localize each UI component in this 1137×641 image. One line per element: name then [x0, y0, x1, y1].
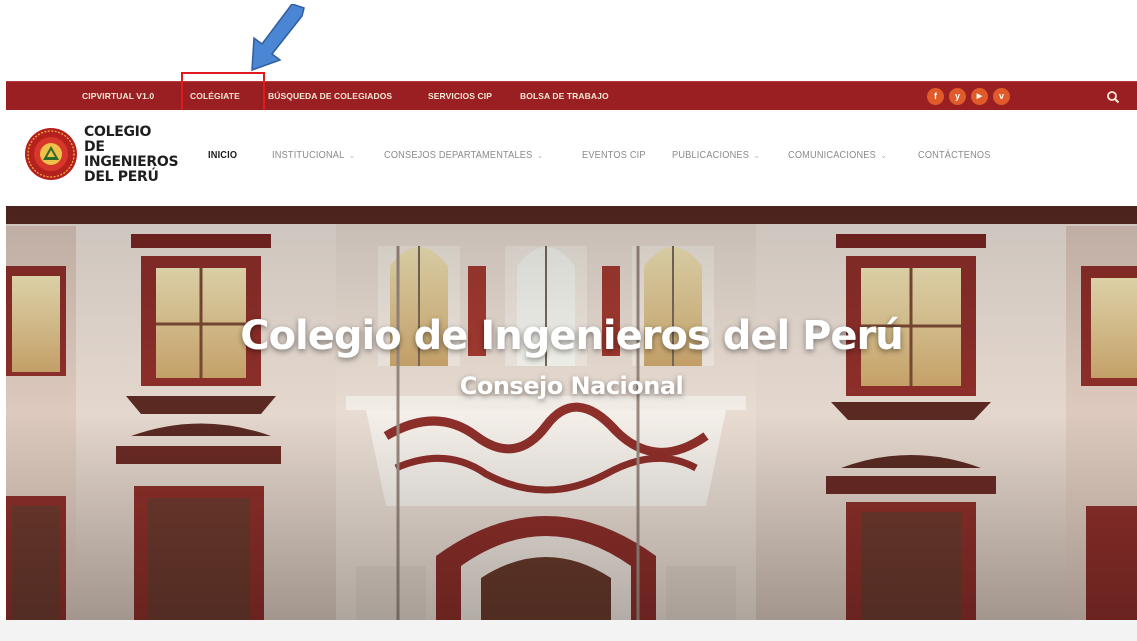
- hero-title: Colegio de Ingenieros del Perú: [240, 313, 904, 359]
- nav-item-comunicaciones[interactable]: COMUNICACIONES ⌄: [788, 150, 887, 161]
- logo-line-2: INGENIEROS: [84, 154, 179, 170]
- nav-item-publicaciones[interactable]: PUBLICACIONES ⌄: [672, 150, 760, 161]
- logo-line-1: COLEGIO DE: [84, 124, 152, 155]
- nav-item-contactenos[interactable]: CONTÁCTENOS: [918, 150, 991, 161]
- twitter-icon[interactable]: y: [949, 88, 966, 105]
- nav-label: INSTITUCIONAL: [272, 150, 345, 161]
- chevron-down-icon: ⌄: [880, 151, 887, 160]
- nav-label: CONTÁCTENOS: [918, 150, 991, 161]
- top-link-bolsa-trabajo[interactable]: BOLSA DE TRABAJO: [520, 91, 609, 101]
- chevron-down-icon: ⌄: [349, 151, 356, 160]
- nav-label: PUBLICACIONES: [672, 150, 750, 161]
- top-link-busqueda-colegiados[interactable]: BÚSQUEDA DE COLEGIADOS: [268, 91, 392, 101]
- nav-label: COMUNICACIONES: [788, 150, 876, 161]
- nav-item-institucional[interactable]: INSTITUCIONAL ⌄: [272, 150, 355, 161]
- logo[interactable]: COLEGIO DE INGENIEROS DEL PERÚ: [24, 125, 179, 185]
- hero-building-image: [6, 206, 1137, 620]
- logo-line-3: DEL PERÚ: [84, 169, 159, 185]
- nav-item-inicio[interactable]: INICIO: [208, 150, 237, 161]
- cip-seal-icon: [25, 128, 77, 180]
- chevron-down-icon: ⌄: [537, 151, 544, 160]
- page: CIPVIRTUAL V1.0 COLÉGIATE BÚSQUEDA DE CO…: [0, 0, 1137, 641]
- nav-label: EVENTOS CIP: [582, 150, 646, 161]
- facebook-icon[interactable]: f: [927, 88, 944, 105]
- hero-subtitle: Consejo Nacional: [459, 372, 684, 400]
- site-header: COLEGIO DE INGENIEROS DEL PERÚ INICIO IN…: [6, 110, 1137, 206]
- page-bottom-strip: [0, 620, 1137, 641]
- nav-label: INICIO: [208, 150, 238, 161]
- logo-text: COLEGIO DE INGENIEROS DEL PERÚ: [84, 124, 179, 185]
- top-link-servicios-cip[interactable]: SERVICIOS CIP: [428, 91, 492, 101]
- search-icon[interactable]: [1106, 90, 1120, 104]
- vimeo-icon[interactable]: v: [993, 88, 1010, 105]
- top-link-cipvirtual[interactable]: CIPVIRTUAL V1.0: [82, 91, 154, 101]
- nav-item-consejos-departamentales[interactable]: CONSEJOS DEPARTAMENTALES ⌄: [384, 150, 543, 161]
- youtube-icon[interactable]: ▶: [971, 88, 988, 105]
- nav-item-eventos-cip[interactable]: EVENTOS CIP: [582, 150, 646, 161]
- chevron-down-icon: ⌄: [753, 151, 760, 160]
- hero-banner: Colegio de Ingenieros del Perú Consejo N…: [6, 206, 1137, 620]
- annotation-arrow-icon: [251, 4, 305, 72]
- top-bar: CIPVIRTUAL V1.0 COLÉGIATE BÚSQUEDA DE CO…: [6, 72, 1137, 121]
- nav-label: CONSEJOS DEPARTAMENTALES: [384, 150, 533, 161]
